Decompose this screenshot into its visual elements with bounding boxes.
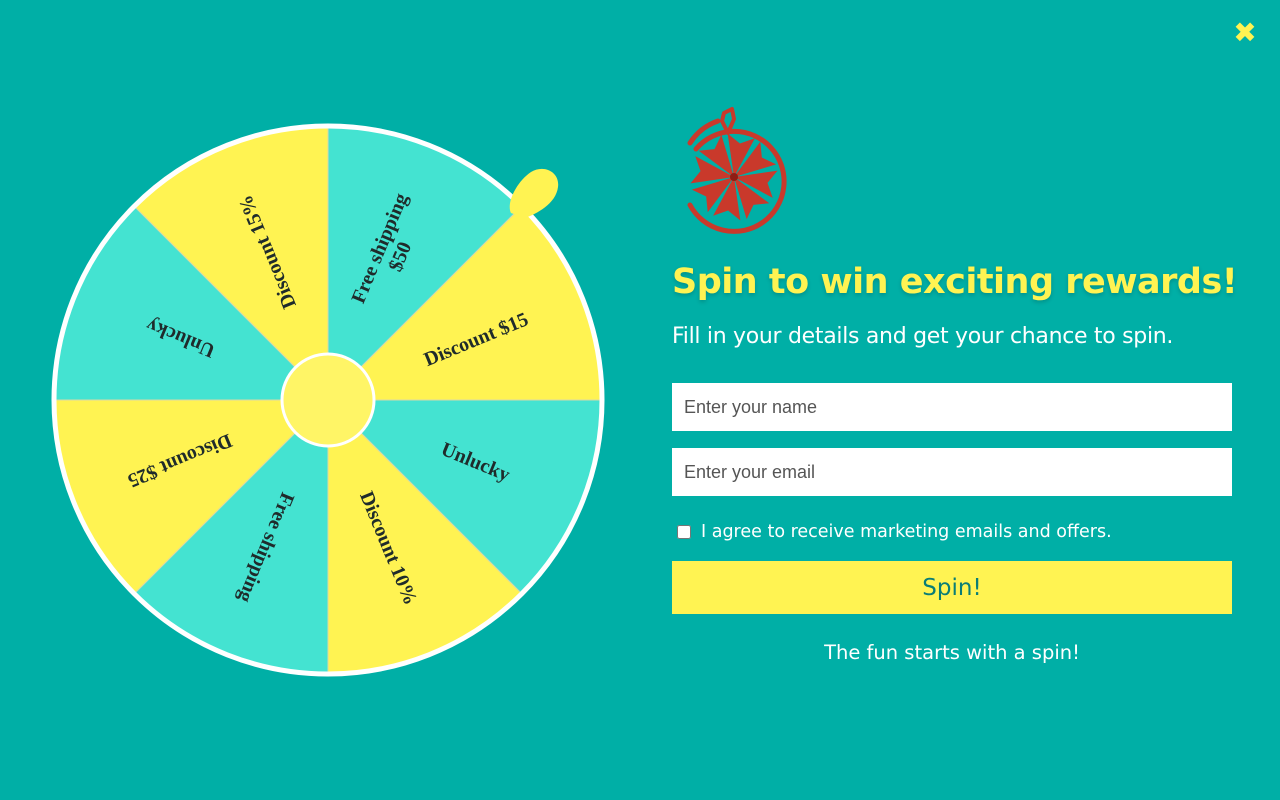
- signup-panel: Spin to win exciting rewards! Fill in yo…: [672, 105, 1238, 664]
- marketing-consent-checkbox[interactable]: [677, 525, 691, 539]
- page-title: Spin to win exciting rewards!: [672, 262, 1238, 302]
- name-input[interactable]: [672, 383, 1232, 431]
- prize-wheel: Free shipping$50 Discount $15 Unlucky Disco…: [40, 110, 620, 690]
- tagline: The fun starts with a spin!: [824, 641, 1080, 664]
- page-subtitle: Fill in your details and get your chance…: [672, 324, 1174, 349]
- email-input[interactable]: [672, 448, 1232, 496]
- spin-wheel-logo-icon: [687, 107, 787, 234]
- close-icon[interactable]: ✖: [1230, 18, 1260, 48]
- prize-wheel-svg: Free shipping$50Discount $15UnluckyDisco…: [51, 123, 605, 677]
- marketing-consent-label[interactable]: I agree to receive marketing emails and …: [701, 522, 1112, 542]
- spin-button[interactable]: Spin!: [672, 561, 1232, 614]
- wheel-hub: [280, 352, 376, 448]
- wheel-pointer: [509, 168, 559, 218]
- agree-row: I agree to receive marketing emails and …: [672, 522, 1232, 542]
